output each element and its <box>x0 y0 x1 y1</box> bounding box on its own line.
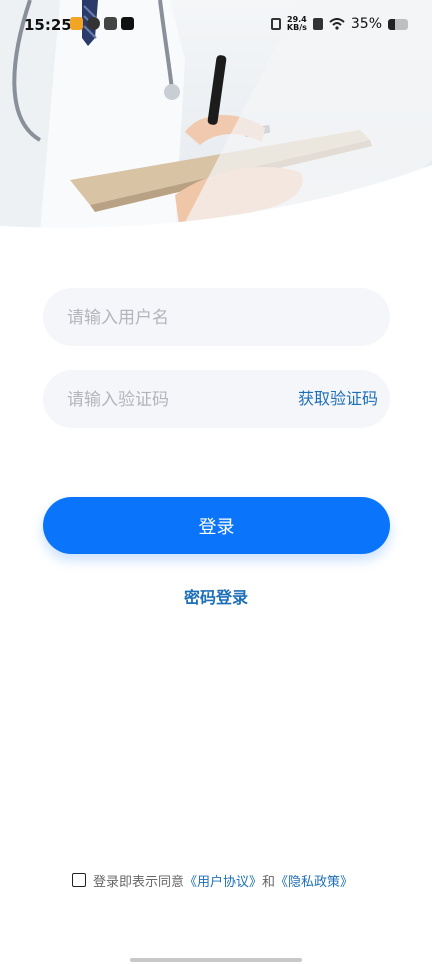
leaf-app-icon <box>87 17 100 30</box>
tiktok-icon <box>121 17 134 30</box>
status-bar: 15:25 29.4 KB/s 35% <box>0 0 432 50</box>
agreement-row: 登录即表示同意 《用户协议》 和 《隐私政策》 <box>72 871 353 890</box>
battery-icon <box>388 18 408 30</box>
battery-percent: 35% <box>350 16 382 32</box>
password-login-link[interactable]: 密码登录 <box>0 584 432 608</box>
wifi-icon <box>329 18 345 30</box>
net-speed: 29.4 KB/s <box>287 16 307 32</box>
get-code-button[interactable]: 获取验证码 <box>298 370 378 428</box>
status-time: 15:25 <box>24 16 72 34</box>
agreement-prefix: 登录即表示同意 <box>93 874 185 890</box>
net-speed-unit: KB/s <box>286 23 307 32</box>
agreement-conjunction: 和 <box>262 874 276 890</box>
username-input[interactable] <box>65 288 289 348</box>
agree-checkbox[interactable] <box>72 873 86 887</box>
login-button[interactable]: 登录 <box>43 497 390 554</box>
vibrate-icon <box>270 18 281 30</box>
weibo-icon <box>70 17 83 30</box>
username-field[interactable] <box>43 288 390 348</box>
user-agreement-link[interactable]: 《用户协议》 <box>184 871 262 890</box>
privacy-policy-link[interactable]: 《隐私政策》 <box>275 871 353 890</box>
no-sim-icon <box>312 18 323 30</box>
notification-icons <box>70 17 134 30</box>
battery-level <box>388 18 395 30</box>
verification-code-input[interactable] <box>65 370 289 430</box>
code-field[interactable]: 获取验证码 <box>43 370 390 430</box>
status-right: 29.4 KB/s 35% <box>270 16 408 32</box>
cluster-app-icon <box>104 17 117 30</box>
home-indicator[interactable] <box>130 958 302 962</box>
